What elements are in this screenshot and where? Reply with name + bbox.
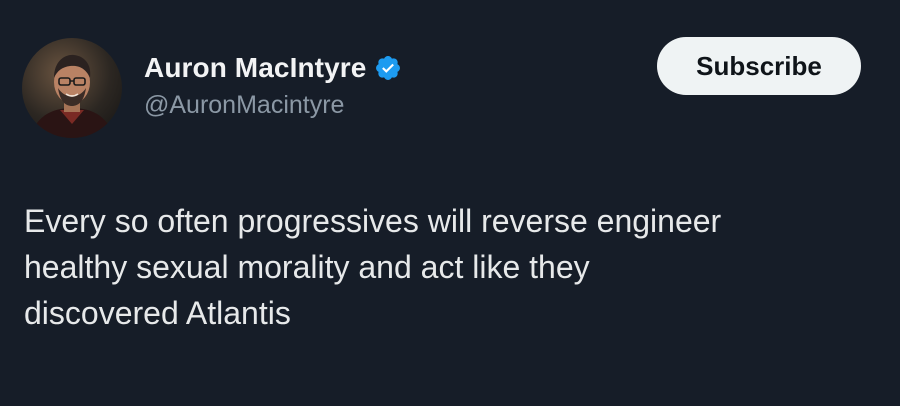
verified-badge-icon xyxy=(374,54,402,82)
author-handle[interactable]: @AuronMacintyre xyxy=(144,91,344,120)
subscribe-button[interactable]: Subscribe xyxy=(657,37,861,95)
profile-photo xyxy=(30,54,114,138)
tweet-text: Every so often progressives will reverse… xyxy=(24,198,884,336)
tweet-text-line: Every so often progressives will reverse… xyxy=(24,203,722,239)
tweet-text-line: healthy sexual morality and act like the… xyxy=(24,249,590,285)
tweet-text-line: discovered Atlantis xyxy=(24,295,291,331)
display-name[interactable]: Auron MacIntyre xyxy=(144,52,366,84)
tweet-card: Auron MacIntyre @AuronMacintyre Subscrib… xyxy=(0,0,900,406)
author-name-row: Auron MacIntyre xyxy=(144,48,402,88)
avatar[interactable] xyxy=(22,38,122,138)
